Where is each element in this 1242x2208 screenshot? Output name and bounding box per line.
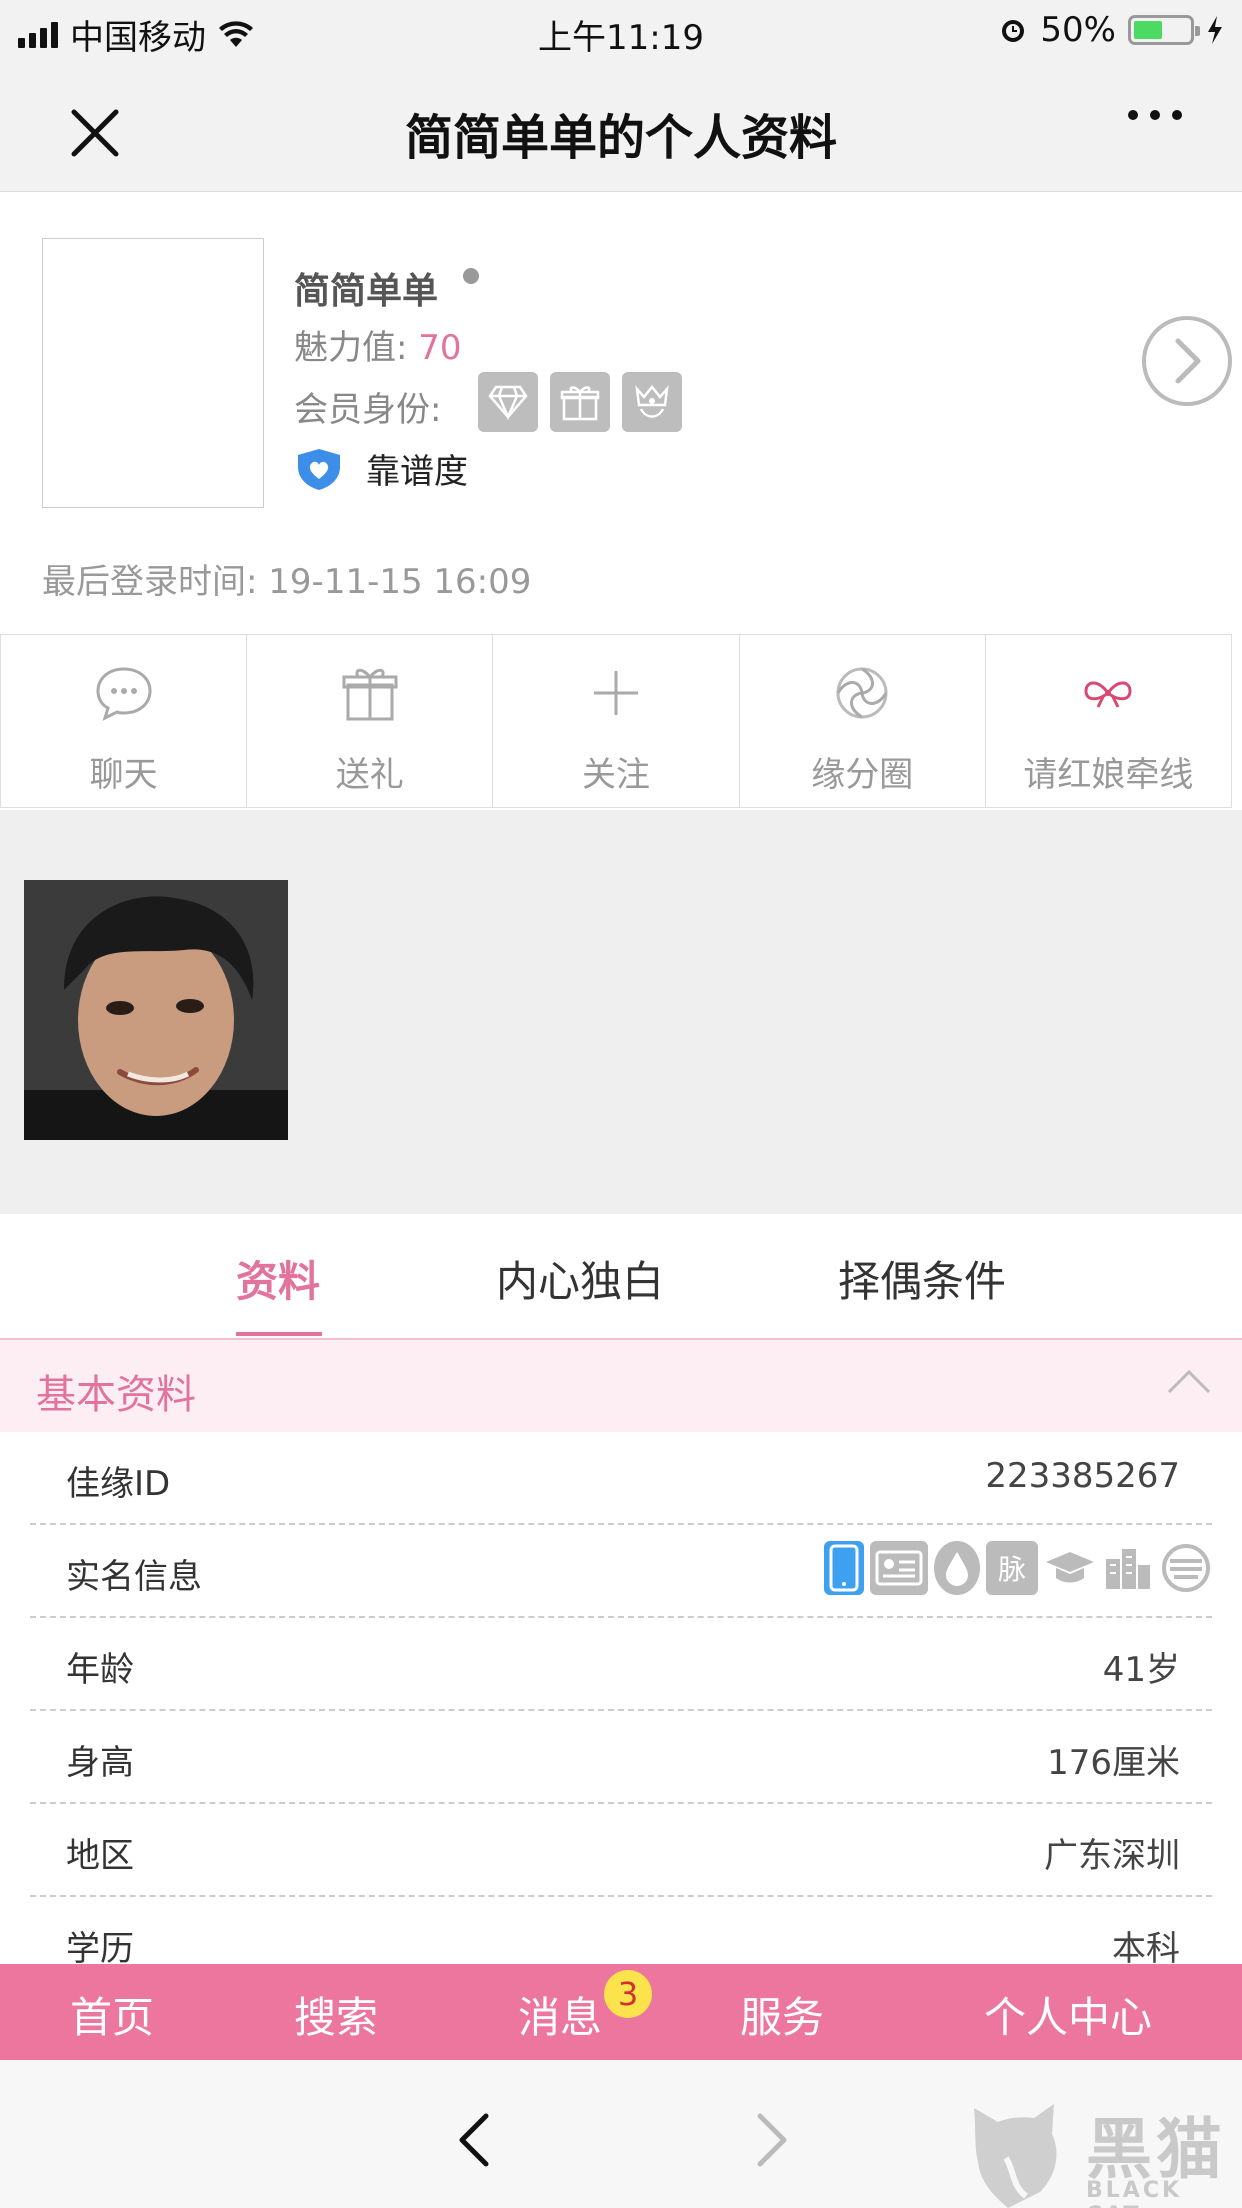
basic-info-header[interactable]: 基本资料: [0, 1340, 1242, 1432]
browser-toolbar: 黑猫 BLACK CAT: [0, 2060, 1242, 2208]
graduation-cap-icon: [1044, 1541, 1096, 1595]
black-cat-logo-icon: [974, 2104, 1057, 2208]
info-key: 年龄: [66, 1650, 134, 1690]
member-icons: [478, 372, 682, 432]
info-key: 身高: [66, 1743, 134, 1783]
charm-value: 70: [418, 328, 462, 368]
follow-button[interactable]: 关注: [493, 635, 740, 807]
last-login: 最后登录时间: 19-11-15 16:09: [42, 554, 531, 603]
info-row-id: 佳缘ID 223385267: [30, 1432, 1212, 1525]
online-status-dot: [463, 268, 479, 284]
alarm-icon: [1002, 20, 1025, 42]
education-drop-icon: [934, 1541, 980, 1595]
shield-heart-icon: [298, 448, 340, 490]
reliability-label: 靠谱度: [366, 452, 468, 492]
info-value: 41岁: [1102, 1650, 1180, 1690]
action-label: 请红娘牵线: [1023, 755, 1194, 795]
action-label: 送礼: [335, 755, 404, 795]
page-title: 简简单单的个人资料: [404, 110, 837, 166]
chevron-right-circle-icon[interactable]: [1140, 314, 1234, 408]
info-key: 实名信息: [66, 1557, 202, 1597]
crown-icon[interactable]: [622, 372, 682, 432]
info-row-height: 身高 176厘米: [30, 1711, 1212, 1804]
info-row-verification: 实名信息 脉: [30, 1525, 1212, 1618]
info-value: 广东深圳: [1044, 1836, 1180, 1876]
forward-arrow-icon[interactable]: [746, 2110, 796, 2170]
info-value: 176厘米: [1047, 1743, 1180, 1783]
building-icon: [1102, 1541, 1154, 1595]
message-count-badge: 3: [604, 1970, 652, 2018]
send-gift-button[interactable]: 送礼: [247, 635, 494, 807]
tab-services[interactable]: 服务: [740, 1984, 824, 2045]
tab-messages[interactable]: 消息: [518, 1984, 602, 2045]
tab-search[interactable]: 搜索: [294, 1984, 378, 2045]
status-right: 50%: [998, 10, 1224, 50]
chat-icon: [96, 667, 152, 721]
tab-profile[interactable]: 资料: [236, 1248, 320, 1309]
more-icon[interactable]: [1128, 110, 1182, 120]
bottom-tab-bar: 首页 搜索 消息 3 服务 个人中心: [0, 1964, 1242, 2060]
active-tab-indicator: [236, 1332, 322, 1336]
photo-section: [0, 810, 1242, 1214]
matchmaker-button[interactable]: 请红娘牵线: [986, 635, 1233, 807]
charm-row: 魅力值: 70: [294, 320, 462, 369]
id-card-icon: [870, 1541, 928, 1595]
action-label: 聊天: [89, 755, 158, 795]
verification-icons[interactable]: 脉: [824, 1541, 1212, 1595]
profile-name: 简简单单: [294, 271, 439, 312]
tab-home[interactable]: 首页: [70, 1984, 154, 2045]
last-login-time: 19-11-15 16:09: [268, 562, 532, 602]
charging-icon: [1208, 16, 1222, 44]
watermark-subtitle: BLACK CAT: [1086, 2178, 1183, 2208]
charm-label: 魅力值:: [294, 328, 408, 368]
info-value: 本科: [1112, 1929, 1180, 1969]
diamond-icon[interactable]: [478, 372, 538, 432]
action-row: 聊天 送礼 关注 缘分圈 请红娘牵线: [0, 634, 1233, 808]
basic-info-list: 佳缘ID 223385267 实名信息 脉 年龄 41岁 身高 176厘米 地区…: [0, 1432, 1242, 1990]
gift-icon: [342, 668, 398, 721]
info-value: 223385267: [985, 1456, 1180, 1496]
info-row-age: 年龄 41岁: [30, 1618, 1212, 1711]
phone-verified-icon: [824, 1541, 864, 1595]
last-login-label: 最后登录时间:: [42, 562, 258, 602]
nav-bar: 简简单单的个人资料: [0, 62, 1242, 192]
info-key: 地区: [66, 1836, 134, 1876]
back-arrow-icon[interactable]: [450, 2110, 500, 2170]
action-label: 关注: [582, 755, 650, 795]
chevron-up-icon[interactable]: [1166, 1366, 1212, 1396]
status-bar: 中国移动 上午11:19 50%: [0, 0, 1242, 62]
section-title: 基本资料: [36, 1372, 196, 1418]
battery-percent: 50%: [1040, 10, 1116, 50]
profile-tabs: 资料 内心独白 择偶条件: [0, 1214, 1242, 1340]
member-label: 会员身份:: [294, 390, 442, 430]
tab-monologue[interactable]: 内心独白: [496, 1248, 664, 1309]
bow-icon: [1084, 681, 1132, 708]
info-row-region: 地区 广东深圳: [30, 1804, 1212, 1897]
fate-circle-icon: [836, 667, 888, 719]
tab-partner-criteria[interactable]: 择偶条件: [838, 1248, 1006, 1309]
info-key: 佳缘ID: [66, 1464, 171, 1504]
info-key: 学历: [66, 1929, 134, 1969]
tab-personal-center[interactable]: 个人中心: [984, 1984, 1152, 2045]
profile-header: 简简单单 魅力值: 70 会员身份: 靠谱度 最后登录时间: 19-11-15 …: [0, 192, 1242, 632]
pulse-icon: 脉: [986, 1541, 1038, 1595]
reliability-row[interactable]: 靠谱度: [294, 444, 468, 493]
plus-icon: [594, 671, 638, 715]
action-label: 缘分圈: [811, 755, 914, 795]
gift-icon[interactable]: [550, 372, 610, 432]
fate-circle-button[interactable]: 缘分圈: [740, 635, 986, 807]
chat-button[interactable]: 聊天: [0, 635, 248, 807]
avatar[interactable]: [42, 238, 264, 508]
income-icon: [1160, 1541, 1212, 1595]
battery-icon: [1128, 15, 1200, 45]
profile-photo[interactable]: [24, 880, 288, 1140]
